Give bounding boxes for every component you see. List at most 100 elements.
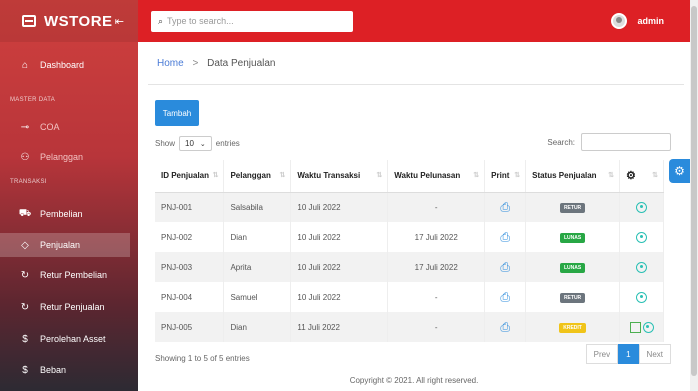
money-icon: $ [22,333,28,345]
cell-waktu-transaksi: 11 Juli 2022 [290,312,389,342]
sidebar-item-coa[interactable]: ⊸ COA [0,117,138,137]
sort-icon: ⇅ [608,172,614,179]
sidebar-item-pembelian[interactable]: ⛟ Pembelian [0,203,138,225]
cell-id: PNJ-002 [155,222,225,252]
col-header-print[interactable]: Print ⇅ [484,160,527,193]
breadcrumb-home[interactable]: Home [157,58,184,69]
cell-waktu-transaksi: 10 Juli 2022 [290,222,389,252]
view-icon[interactable] [636,201,647,213]
money-icon: $ [22,364,28,376]
user-menu[interactable]: admin [611,13,664,29]
print-icon[interactable]: ⎙ [500,260,510,274]
sort-icon: ⇅ [473,172,480,179]
cell-status: RETUR [525,192,620,222]
cell-id: PNJ-003 [155,252,225,282]
sidebar-item-retur-penjualan[interactable]: ↻ Retur Penjualan [0,296,138,318]
sidebar-item-perolehan-asset[interactable]: $ Perolehan Asset [0,328,138,350]
cell-print: ⎙ [484,252,527,282]
cell-pelanggan: Salsabila [223,192,292,222]
status-badge: LUNAS [559,232,586,243]
sidebar-item-pelanggan[interactable]: ⚇ Pelanggan [0,147,138,167]
search-input[interactable]: ⌕ Type to search... [151,10,353,32]
cell-id: PNJ-001 [155,192,225,222]
sort-icon: ⇅ [376,172,383,179]
pagination-next[interactable]: Next [638,344,671,364]
pagination: Prev 1 Next [585,344,671,364]
cell-print: ⎙ [484,222,527,252]
collapse-sidebar-icon[interactable]: ⇤ [115,15,124,28]
cell-print: ⎙ [484,312,527,342]
col-header-id[interactable]: ID Penjualan ⇅ [155,160,225,193]
cell-waktu-transaksi: 10 Juli 2022 [290,252,389,282]
table-header-row: ID Penjualan ⇅ Pelanggan ⇅ Waktu Transaksi… [155,160,664,193]
print-icon[interactable]: ⎙ [500,290,510,304]
table-row: PNJ-002 Dian 10 Juli 2022 17 Juli 2022 ⎙… [155,222,664,252]
key-icon: ⊸ [20,121,30,133]
table-search-input[interactable] [581,133,671,151]
edit-icon[interactable] [629,321,641,333]
cell-id: PNJ-005 [155,312,225,342]
print-icon[interactable]: ⎙ [500,200,510,214]
pagination-page-1[interactable]: 1 [618,344,639,364]
print-icon[interactable]: ⎙ [500,320,510,334]
col-header-status[interactable]: Status Penjualan ⇅ [525,160,620,193]
sidebar-item-beban[interactable]: $ Beban [0,359,138,381]
sidebar-section-transaksi: TRANSAKSI [10,179,47,185]
cell-waktu-pelunasan: - [387,312,486,342]
view-icon[interactable] [636,291,647,303]
brand: WSTORE ⇤ [0,0,138,42]
avatar[interactable] [611,13,628,29]
show-label: Show [155,139,176,148]
table-row: PNJ-001 Salsabila 10 Juli 2022 - ⎙ RETUR [155,192,664,222]
chevron-down-icon: ⌄ [199,140,206,148]
col-header-pelanggan[interactable]: Pelanggan ⇅ [223,160,292,193]
sidebar-item-label: Retur Pembelian [40,270,108,280]
search-icon: ⌕ [158,15,164,26]
table-info: Showing 1 to 5 of 5 entries [155,354,250,363]
status-badge: RETUR [559,202,586,213]
cell-id: PNJ-004 [155,282,225,312]
sidebar-item-label: COA [40,122,60,132]
breadcrumb: Home > Data Penjualan [157,58,275,69]
scrollbar[interactable] [690,0,698,391]
print-icon[interactable]: ⎙ [500,230,510,244]
col-header-actions[interactable]: ⚙ ⇅ [619,160,664,193]
col-header-waktu-pelunasan[interactable]: Waktu Pelunasan ⇅ [387,160,486,193]
view-icon[interactable] [636,261,647,273]
tambah-button[interactable]: Tambah [155,100,199,126]
sidebar-item-dashboard[interactable]: ⌂ Dashboard [0,54,138,76]
cell-actions [619,312,664,342]
cell-status: LUNAS [525,222,620,252]
table-row: PNJ-005 Dian 11 Juli 2022 - ⎙ KREDIT [155,312,664,342]
sidebar-item-label: Retur Penjualan [40,302,105,312]
cell-waktu-pelunasan: - [387,192,486,222]
table-row: PNJ-003 Aprita 10 Juli 2022 17 Juli 2022… [155,252,664,282]
sidebar-item-label: Dashboard [40,60,85,70]
table-search: Search: [547,133,671,151]
status-badge: RETUR [559,292,586,303]
topbar: ⌕ Type to search... admin [138,0,690,42]
entries-select-value: 10 [185,139,194,148]
scrollbar-thumb[interactable] [691,6,697,376]
sidebar-item-label: Pembelian [40,209,83,219]
sidebar-item-retur-pembelian[interactable]: ↻ Retur Pembelian [0,264,138,286]
settings-gear-icon[interactable]: ⚙ [669,159,690,183]
add-user-icon: ⚇ [20,151,30,163]
cell-waktu-transaksi: 10 Juli 2022 [290,192,389,222]
cell-actions [619,222,664,252]
home-icon: ⌂ [21,59,29,71]
cell-actions [619,252,664,282]
cell-status: KREDIT [525,312,620,342]
entries-select[interactable]: 10 ⌄ [179,136,212,151]
view-icon[interactable] [636,231,647,243]
view-icon[interactable] [642,321,654,333]
sort-icon: ⇅ [652,172,658,179]
cell-pelanggan: Dian [223,312,292,342]
sidebar-item-penjualan[interactable]: ◇ Penjualan [0,233,130,257]
table-search-label: Search: [547,137,575,147]
col-header-waktu-transaksi[interactable]: Waktu Transaksi ⇅ [290,160,389,193]
refresh-icon: ↻ [20,301,30,313]
cell-actions [619,282,664,312]
username[interactable]: admin [637,16,664,26]
pagination-prev[interactable]: Prev [585,344,619,364]
